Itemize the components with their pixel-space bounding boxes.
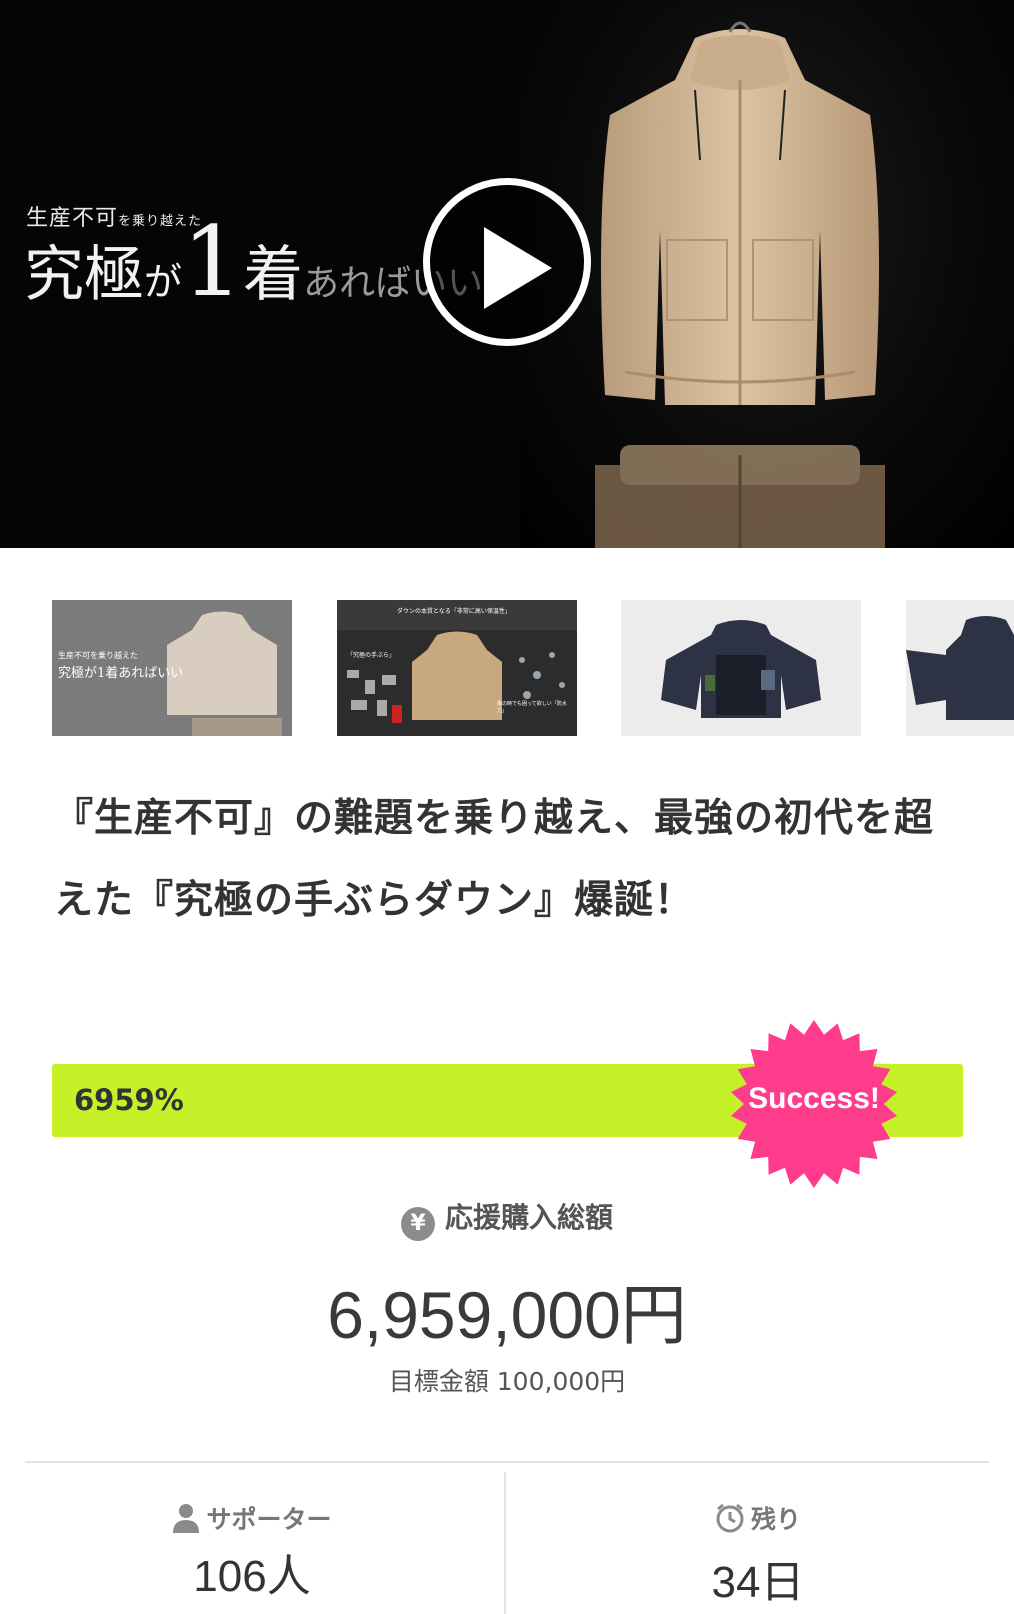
jacket-reflection bbox=[595, 445, 885, 548]
divider bbox=[25, 1461, 989, 1463]
thumbnail-2-caption-1: ダウンの本質となる「非常に高い保温性」 bbox=[397, 608, 511, 615]
play-button[interactable] bbox=[423, 178, 591, 346]
thumbnail-4[interactable] bbox=[906, 600, 1014, 736]
success-badge: Success! bbox=[748, 1082, 880, 1115]
yen-icon: ¥ bbox=[400, 1207, 435, 1241]
thumbnail-3-image bbox=[621, 600, 861, 736]
supporters-label: サポーター bbox=[0, 1500, 504, 1536]
thumbnail-1[interactable]: 生産不可を乗り越えた 究極が1着あればいい bbox=[52, 600, 292, 736]
person-icon bbox=[173, 1504, 200, 1533]
hero-video[interactable]: 生産不可を乗り越えた 究極が1着あればいい bbox=[0, 0, 1014, 548]
jacket-image bbox=[601, 21, 879, 405]
supporters-label-text: サポーター bbox=[206, 1505, 332, 1534]
remaining-label-text: 残り bbox=[750, 1505, 801, 1534]
thumbnail-3[interactable] bbox=[621, 600, 861, 736]
remaining-label: 残り bbox=[506, 1500, 1010, 1536]
thumbnail-4-image bbox=[906, 600, 1014, 736]
remaining-days: 34日 bbox=[711, 1558, 805, 1607]
project-title: 『生産不可』の難題を乗り越え、最強の初代を超えた『究極の手ぶらダウン』爆誕！ bbox=[54, 796, 935, 923]
thumbnail-1-caption-small: 生産不可を乗り越えた bbox=[58, 651, 138, 660]
target-amount: 目標金額 100,000円 bbox=[388, 1367, 626, 1396]
thumbnail-2[interactable]: ダウンの本質となる「非常に高い保温性」 「究極の手ぶら」 風の時でも困って欲しい… bbox=[337, 600, 577, 736]
clock-icon bbox=[716, 1503, 744, 1533]
thumbnail-2-caption-3: 風の時でも困って欲しい「防水力」 bbox=[497, 701, 567, 714]
progress-percent: 6959% bbox=[74, 1083, 184, 1117]
play-icon bbox=[484, 227, 552, 309]
thumbnail-2-image bbox=[337, 600, 577, 736]
thumbnail-1-caption: 究極が1着あればいい bbox=[58, 666, 184, 681]
funding-label: ¥ 応援購入総額 bbox=[0, 1196, 1014, 1241]
funding-amount: 6,959,000円 bbox=[327, 1278, 687, 1352]
hero-headline: 究極が1着あればいい bbox=[24, 206, 484, 318]
supporters-count: 106人 bbox=[193, 1552, 311, 1601]
funding-label-text: 応援購入総額 bbox=[444, 1201, 613, 1234]
thumbnail-carousel[interactable]: 生産不可を乗り越えた 究極が1着あればいい ダウンの本質となる「非常に高い保温性… bbox=[0, 600, 1014, 736]
thumbnail-2-caption-2: 「究極の手ぶら」 bbox=[347, 652, 396, 659]
